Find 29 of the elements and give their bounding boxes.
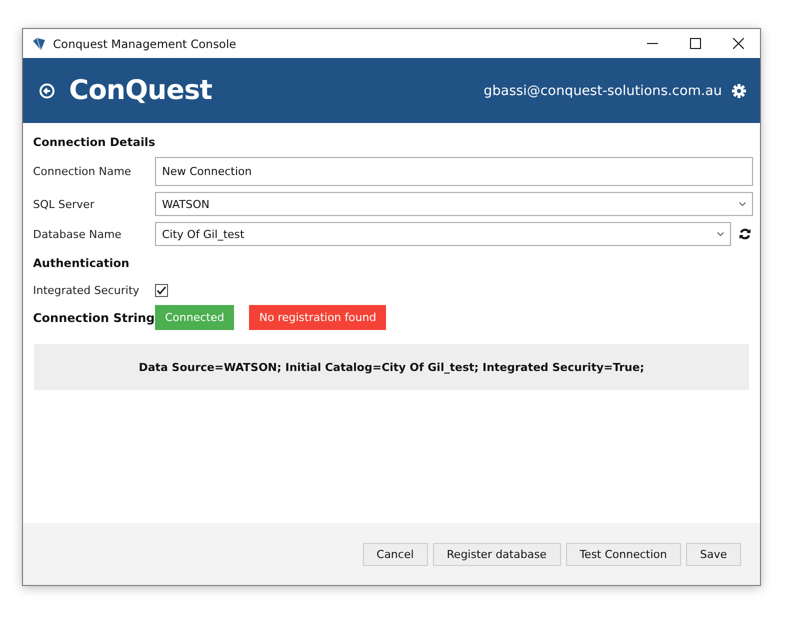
footer-button[interactable]: Register database bbox=[432, 542, 561, 566]
user-email: gbassi@conquest-solutions.com.au bbox=[484, 82, 722, 98]
section-heading: Authentication bbox=[33, 256, 130, 270]
chevron-icon bbox=[717, 232, 724, 236]
section-heading: Connection String bbox=[33, 310, 155, 324]
footer-button[interactable]: Test Connection bbox=[566, 542, 681, 566]
connection-string-text: Data Source=WATSON; Initial Catalog=City Of Gil_test; Integrated Security=True; bbox=[34, 344, 749, 390]
dropdown[interactable]: WATSON bbox=[155, 192, 753, 216]
refresh-icon[interactable] bbox=[739, 228, 751, 240]
field-label: Connection Name bbox=[33, 165, 132, 178]
status-badge: Connected bbox=[155, 305, 234, 330]
maximize-icon[interactable] bbox=[690, 38, 701, 49]
section-heading: Connection Details bbox=[33, 135, 156, 149]
close-icon[interactable] bbox=[733, 38, 744, 49]
window-title: Conquest Management Console bbox=[53, 36, 238, 50]
logo: ConQuest bbox=[69, 75, 214, 106]
field-label: Database Name bbox=[33, 228, 122, 240]
field-label: SQL Server bbox=[33, 198, 96, 210]
footer-button[interactable]: Save bbox=[686, 542, 741, 566]
footer-button[interactable]: Cancel bbox=[362, 542, 428, 566]
status-badge: No registration found bbox=[249, 305, 386, 330]
dropdown[interactable]: City Of Gil_test bbox=[155, 222, 731, 246]
back-icon[interactable] bbox=[39, 82, 55, 98]
connection-name-field[interactable]: New Connection bbox=[155, 157, 753, 186]
app-icon bbox=[32, 38, 46, 50]
chevron-icon bbox=[739, 202, 746, 206]
settings-icon[interactable] bbox=[732, 84, 746, 98]
checkbox-label: Integrated Security bbox=[33, 284, 140, 297]
checkbox[interactable] bbox=[155, 284, 168, 297]
